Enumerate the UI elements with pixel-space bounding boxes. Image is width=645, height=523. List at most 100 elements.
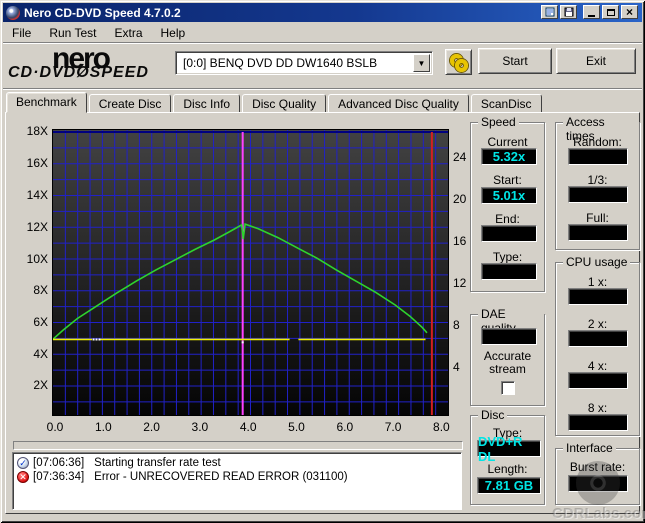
speed-start-label: Start: — [493, 173, 522, 187]
y-axis-label: 10X — [26, 252, 48, 266]
access-third-label: 1/3: — [587, 173, 608, 187]
disc-type-value: DVD+R DL — [477, 434, 541, 464]
accurate-stream-label: Accurate stream — [483, 349, 532, 376]
watermark-disc — [576, 461, 620, 505]
x-axis-label: 7.0 — [384, 420, 402, 434]
speed-end-label: End: — [495, 212, 520, 226]
y-axis-label: 2X — [33, 378, 48, 392]
cpu-8x-label: 8 x: — [587, 401, 608, 415]
app-window: Nero CD-DVD Speed 4.7.0.2 × File Run Tes… — [0, 0, 645, 523]
y-axis-label: 16X — [26, 156, 48, 170]
menu-bar: File Run Test Extra Help — [3, 23, 642, 42]
speed-type-value — [481, 263, 537, 280]
window-title: Nero CD-DVD Speed 4.7.0.2 — [24, 5, 181, 20]
benchmark-chart — [52, 129, 449, 416]
cpu-2x-value — [568, 330, 628, 347]
access-random-label: Random: — [573, 135, 622, 149]
tab-strip: Benchmark Create Disc Disc Info Disc Qua… — [6, 92, 544, 113]
y-axis-label: 14X — [26, 188, 48, 202]
access-random-value — [568, 148, 628, 165]
log-entry: ✕ [07:36:34] Error - UNRECOVERED READ ER… — [15, 470, 459, 484]
log-entry: ✓ [07:06:36] Starting transfer rate test — [15, 456, 459, 470]
tab-advanced-disc-quality[interactable]: Advanced Disc Quality — [328, 94, 469, 113]
speed-type-label: Type: — [492, 250, 523, 264]
tab-disc-info[interactable]: Disc Info — [173, 94, 241, 113]
nero-logo-subtitle: CD·DVDØSPEED — [8, 64, 149, 81]
accurate-stream-checkbox[interactable] — [501, 381, 515, 395]
cpu-4x-value — [568, 372, 628, 389]
menu-file[interactable]: File — [3, 24, 40, 42]
cpu-8x-value — [568, 414, 628, 431]
speed-panel: Speed Current 5.32x Start: 5.01x End: Ty… — [470, 115, 545, 292]
log-list[interactable]: ✓ [07:06:36] Starting transfer rate test… — [12, 452, 462, 510]
chevron-down-icon[interactable]: ▼ — [413, 54, 430, 72]
close-button[interactable]: × — [621, 5, 638, 19]
access-full-label: Full: — [586, 211, 609, 225]
cpu-1x-label: 1 x: — [587, 275, 608, 289]
cpu-usage-title: CPU usage — [563, 255, 631, 269]
divider — [3, 88, 642, 90]
eject-tray-button[interactable] — [445, 49, 472, 75]
cpu-usage-panel: CPU usage 1 x: 2 x: 4 x: 8 x: — [555, 255, 640, 436]
x-axis-label: 8.0 — [433, 420, 450, 434]
x-axis-label: 1.0 — [94, 420, 112, 434]
read-speed-curve — [53, 223, 428, 340]
x-axis-label: 6.0 — [336, 420, 354, 434]
disc-length-value: 7.81 GB — [477, 477, 541, 494]
maximize-button[interactable] — [602, 5, 619, 19]
y-axis-label: 4X — [33, 347, 48, 361]
cpu-2x-label: 2 x: — [587, 317, 608, 331]
maximize-icon — [606, 8, 615, 16]
x-axis-label: 0.0 — [46, 420, 64, 434]
dae-quality-panel: DAE quality Accurate stream — [470, 307, 545, 406]
x-axis-label: 4.0 — [239, 420, 257, 434]
access-full-value — [568, 224, 628, 241]
x-axis-label: 2.0 — [143, 420, 160, 434]
disc-panel-title: Disc — [478, 408, 508, 422]
exit-button[interactable]: Exit — [556, 48, 636, 74]
cpu-1x-value — [568, 288, 628, 305]
close-icon: × — [625, 5, 633, 19]
menu-run-test[interactable]: Run Test — [40, 24, 105, 42]
tab-create-disc[interactable]: Create Disc — [88, 94, 172, 113]
speed-current-label: Current — [487, 135, 528, 149]
speed-end-value — [481, 225, 537, 242]
y-axis-label: 12X — [26, 220, 48, 234]
menu-help[interactable]: Help — [152, 24, 195, 42]
disc-panel: Disc Type: DVD+R DL Length: 7.81 GB — [470, 408, 545, 505]
save-icon — [564, 7, 573, 17]
speed-panel-title: Speed — [478, 115, 519, 129]
tab-benchmark[interactable]: Benchmark — [6, 92, 87, 113]
progress-bar — [13, 441, 463, 450]
speed-current-value: 5.32x — [481, 148, 537, 165]
x-axis-label: 5.0 — [288, 420, 305, 434]
y-axis-label: 8X — [33, 283, 48, 297]
y-axis-label: 6X — [33, 315, 48, 329]
speed-start-value: 5.01x — [481, 187, 537, 204]
disc-hand-icon — [455, 59, 468, 72]
app-icon — [6, 5, 20, 20]
y-axis-label: 18X — [26, 124, 48, 138]
dae-quality-value — [481, 328, 537, 345]
watermark-text: CDRLabs.com — [552, 505, 645, 522]
x-axis-label: 3.0 — [191, 420, 209, 434]
cpu-4x-label: 4 x: — [587, 359, 608, 373]
minimize-button[interactable] — [583, 5, 600, 19]
access-times-panel: Access times Random: 1/3: Full: — [555, 115, 640, 250]
drive-select-value: [0:0] BENQ DVD DD DW1640 BSLB — [183, 56, 378, 70]
menu-extra[interactable]: Extra — [105, 24, 151, 42]
minimize-icon — [588, 14, 595, 17]
title-bar[interactable]: Nero CD-DVD Speed 4.7.0.2 × — [3, 3, 642, 22]
access-third-value — [568, 186, 628, 203]
tab-disc-quality[interactable]: Disc Quality — [242, 94, 327, 113]
error-icon: ✕ — [17, 471, 29, 483]
tab-scandisc[interactable]: ScanDisc — [470, 94, 542, 113]
interface-panel-title: Interface — [563, 441, 616, 455]
disc-length-label: Length: — [487, 462, 528, 476]
drive-select[interactable]: [0:0] BENQ DVD DD DW1640 BSLB ▼ — [175, 51, 433, 75]
info-icon: ✓ — [17, 457, 29, 469]
report-icon — [545, 7, 554, 17]
report-button[interactable] — [541, 5, 558, 19]
save-button[interactable] — [560, 5, 577, 19]
start-button[interactable]: Start — [478, 48, 552, 74]
